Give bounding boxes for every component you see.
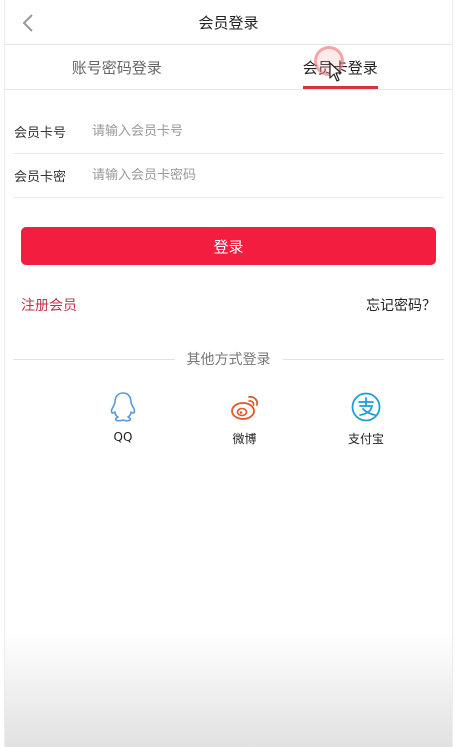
register-link[interactable]: 注册会员 [21, 295, 77, 315]
account-links: 注册会员 忘记密码？ [21, 295, 436, 315]
weibo-label: 微博 [232, 432, 257, 446]
header-bar: 会员登录 [5, 0, 452, 45]
card-password-row: 会员卡密 [13, 154, 444, 198]
alipay-label: 支付宝 [347, 432, 384, 446]
login-button[interactable]: 登录 [21, 227, 436, 265]
login-screen: 会员登录 账号密码登录 会员卡登录 会员卡号 会员卡密 登录 注册会员 忘记密码… [4, 0, 453, 747]
login-tabs: 账号密码登录 会员卡登录 [5, 45, 452, 90]
card-password-label: 会员卡密 [14, 170, 67, 185]
divider-line [13, 358, 175, 360]
alipay-login-button[interactable]: 支付宝 [344, 391, 388, 447]
qq-login-button[interactable]: QQ [101, 391, 145, 447]
tab-label: 账号密码登录 [71, 58, 162, 77]
login-form: 会员卡号 会员卡密 [5, 90, 452, 198]
card-password-input[interactable] [92, 168, 444, 183]
tab-account-password[interactable]: 账号密码登录 [5, 45, 229, 89]
mouse-cursor-icon [329, 62, 342, 82]
chevron-left-icon [22, 14, 33, 32]
qq-icon [107, 391, 139, 423]
alipay-icon [350, 391, 382, 423]
divider-line [282, 358, 444, 360]
page-title: 会员登录 [198, 13, 259, 32]
weibo-login-button[interactable]: 微博 [223, 391, 267, 447]
other-login-title: 其他方式登录 [186, 352, 271, 368]
card-number-label: 会员卡号 [14, 126, 67, 141]
qq-label: QQ [113, 430, 133, 444]
card-number-input[interactable] [92, 124, 444, 139]
forgot-password-link[interactable]: 忘记密码？ [366, 295, 436, 315]
weibo-icon [229, 391, 261, 423]
card-number-row: 会员卡号 [13, 110, 444, 154]
active-tab-indicator [302, 85, 378, 89]
social-login-list: QQ 微博 支付宝 [5, 369, 452, 447]
other-login-divider: 其他方式登录 [13, 349, 444, 369]
back-button[interactable] [15, 10, 41, 36]
bottom-fade [5, 632, 452, 747]
